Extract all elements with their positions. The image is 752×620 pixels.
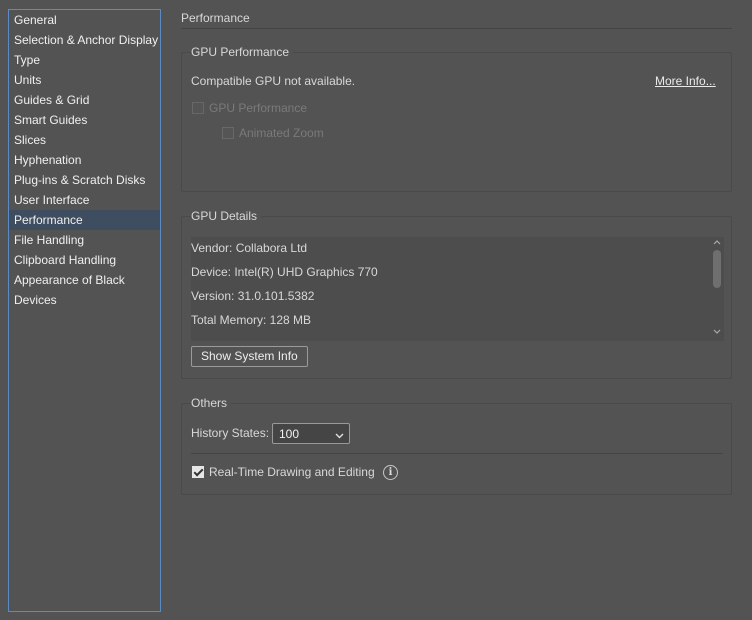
history-states-select[interactable]: 100 <box>272 423 350 444</box>
preferences-sidebar: General Selection & Anchor Display Type … <box>8 9 161 612</box>
gpu-performance-group: GPU Performance Compatible GPU not avail… <box>181 45 732 192</box>
others-group: Others History States: 100 Real-Time Dra… <box>181 396 732 495</box>
sidebar-item-performance[interactable]: Performance <box>9 210 160 230</box>
gpu-details-group-title: GPU Details <box>191 209 262 223</box>
show-system-info-button[interactable]: Show System Info <box>191 346 308 367</box>
sidebar-item-file-handling[interactable]: File Handling <box>9 230 160 250</box>
title-divider <box>181 28 732 29</box>
sidebar-item-guides-grid[interactable]: Guides & Grid <box>9 90 160 110</box>
chevron-down-icon <box>335 428 344 439</box>
sidebar-item-hyphenation[interactable]: Hyphenation <box>9 150 160 170</box>
animated-zoom-checkbox-label: Animated Zoom <box>239 126 324 140</box>
info-icon[interactable]: i <box>383 465 398 480</box>
history-states-value: 100 <box>279 427 300 441</box>
scroll-up-icon[interactable] <box>710 237 724 247</box>
sidebar-item-general[interactable]: General <box>9 10 160 30</box>
sidebar-item-selection-anchor-display[interactable]: Selection & Anchor Display <box>9 30 160 50</box>
sidebar-item-slices[interactable]: Slices <box>9 130 160 150</box>
gpu-memory-text: Total Memory: 128 MB <box>191 313 312 327</box>
sidebar-item-clipboard-handling[interactable]: Clipboard Handling <box>9 250 160 270</box>
gpu-status-text: Compatible GPU not available. <box>191 74 356 88</box>
sidebar-item-appearance-of-black[interactable]: Appearance of Black <box>9 270 160 290</box>
sidebar-item-type[interactable]: Type <box>9 50 160 70</box>
gpu-details-scrollbar[interactable] <box>710 237 724 341</box>
sidebar-item-smart-guides[interactable]: Smart Guides <box>9 110 160 130</box>
more-info-link[interactable]: More Info... <box>655 74 716 88</box>
gpu-vendor-text: Vendor: Collabora Ltd <box>191 241 308 255</box>
sidebar-item-plugins-scratch-disks[interactable]: Plug-ins & Scratch Disks <box>9 170 160 190</box>
gpu-performance-checkbox[interactable] <box>192 102 204 114</box>
others-group-title: Others <box>191 396 232 410</box>
sidebar-item-units[interactable]: Units <box>9 70 160 90</box>
gpu-performance-checkbox-label: GPU Performance <box>209 101 308 115</box>
realtime-drawing-label: Real-Time Drawing and Editing <box>209 465 375 479</box>
gpu-device-text: Device: Intel(R) UHD Graphics 770 <box>191 265 378 279</box>
gpu-performance-group-title: GPU Performance <box>191 45 294 59</box>
others-divider <box>191 453 723 454</box>
sidebar-item-user-interface[interactable]: User Interface <box>9 190 160 210</box>
gpu-details-group: GPU Details Vendor: Collabora Ltd Device… <box>181 209 732 379</box>
page-title: Performance <box>181 11 250 25</box>
gpu-version-text: Version: 31.0.101.5382 <box>191 289 315 303</box>
sidebar-item-devices[interactable]: Devices <box>9 290 160 310</box>
scroll-thumb[interactable] <box>713 250 721 288</box>
scroll-down-icon[interactable] <box>710 327 724 337</box>
realtime-drawing-checkbox[interactable] <box>192 466 204 478</box>
animated-zoom-checkbox[interactable] <box>222 127 234 139</box>
gpu-details-list[interactable]: Vendor: Collabora Ltd Device: Intel(R) U… <box>191 237 724 341</box>
history-states-label: History States: <box>191 426 270 440</box>
